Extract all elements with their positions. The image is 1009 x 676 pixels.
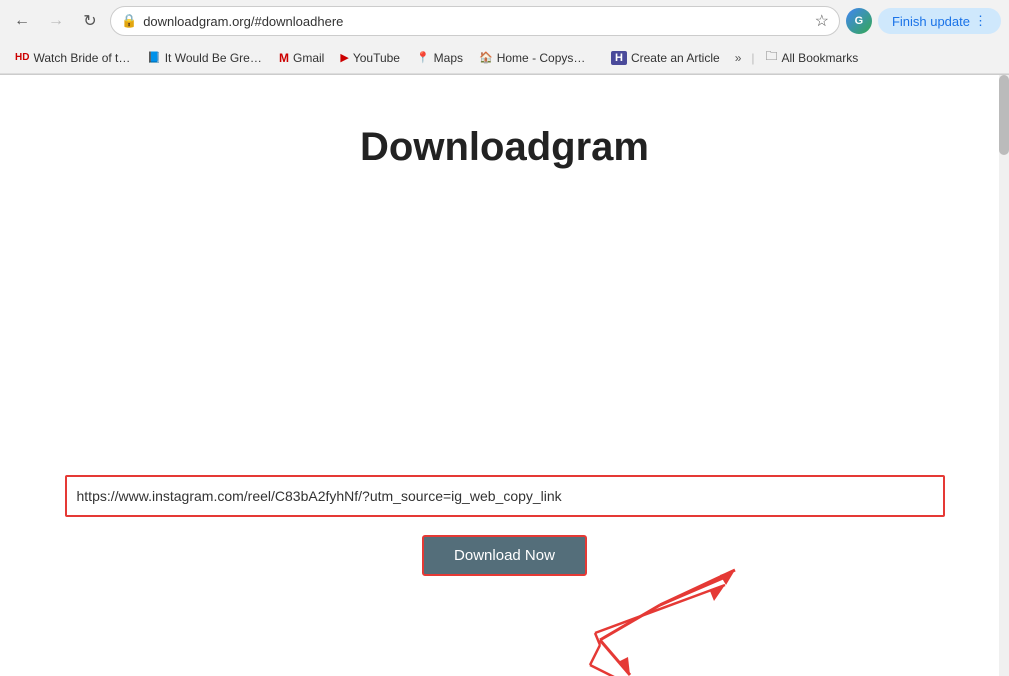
browser-chrome: ← → ↻ 🔒 ☆ G Finish update ⋮ HD Watch Bri…: [0, 0, 1009, 75]
bookmark-create-article[interactable]: H Create an Article: [604, 48, 727, 68]
it-would-be-icon: 📘: [147, 51, 161, 64]
bookmark-home-copy[interactable]: 🏠 Home - Copysmith...: [472, 48, 602, 68]
bookmark-it-would-be[interactable]: 📘 It Would Be Great if...: [140, 48, 270, 68]
it-would-be-label: It Would Be Great if...: [165, 51, 263, 65]
gmail-icon: M: [279, 51, 289, 65]
scrollbar[interactable]: [999, 75, 1009, 676]
avatar[interactable]: G: [846, 8, 872, 34]
youtube-icon: ▶: [340, 51, 348, 64]
main-area: Download Now: [0, 170, 1009, 676]
bookmark-watch-bride[interactable]: HD Watch Bride of the...: [8, 48, 138, 68]
all-bookmarks-label: All Bookmarks: [782, 51, 859, 65]
home-copy-icon: 🏠: [479, 51, 493, 64]
maps-label: Maps: [434, 51, 463, 65]
home-copy-label: Home - Copysmith...: [497, 51, 595, 65]
bookmark-gmail[interactable]: M Gmail: [272, 48, 331, 68]
lock-icon: 🔒: [121, 13, 137, 29]
toolbar-right: G Finish update ⋮: [846, 8, 1001, 34]
instagram-url-input[interactable]: [77, 488, 933, 504]
reload-button[interactable]: ↻: [76, 7, 104, 35]
address-bar[interactable]: 🔒 ☆: [110, 6, 840, 36]
youtube-label: YouTube: [353, 51, 400, 65]
back-button[interactable]: ←: [8, 7, 36, 35]
all-bookmarks-button[interactable]: 🗀 All Bookmarks: [759, 44, 866, 71]
create-article-icon: H: [611, 51, 627, 65]
page-content: Downloadgram Download Now: [0, 75, 1009, 676]
maps-icon: 📍: [416, 51, 430, 64]
top-bar: ← → ↻ 🔒 ☆ G Finish update ⋮: [0, 0, 1009, 42]
folder-icon: 🗀: [766, 47, 778, 68]
watch-bride-icon: HD: [15, 52, 29, 63]
finish-update-more-icon: ⋮: [974, 13, 987, 29]
watch-bride-label: Watch Bride of the...: [33, 51, 131, 65]
url-input-wrapper: [65, 475, 945, 517]
forward-button[interactable]: →: [42, 7, 70, 35]
finish-update-button[interactable]: Finish update ⋮: [878, 8, 1001, 34]
finish-update-label: Finish update: [892, 14, 970, 29]
gmail-label: Gmail: [293, 51, 324, 65]
bookmark-maps[interactable]: 📍 Maps: [409, 48, 470, 68]
bookmark-youtube[interactable]: ▶ YouTube: [333, 48, 407, 68]
scrollbar-thumb[interactable]: [999, 75, 1009, 155]
bookmarks-bar: HD Watch Bride of the... 📘 It Would Be G…: [0, 42, 1009, 74]
create-article-label: Create an Article: [631, 51, 720, 65]
more-bookmarks-button[interactable]: »: [729, 48, 748, 68]
download-now-button[interactable]: Download Now: [422, 535, 587, 576]
site-title: Downloadgram: [360, 125, 649, 170]
bookmarks-separator: |: [751, 51, 754, 65]
url-input[interactable]: [143, 14, 808, 29]
bookmark-star-icon[interactable]: ☆: [815, 11, 829, 31]
